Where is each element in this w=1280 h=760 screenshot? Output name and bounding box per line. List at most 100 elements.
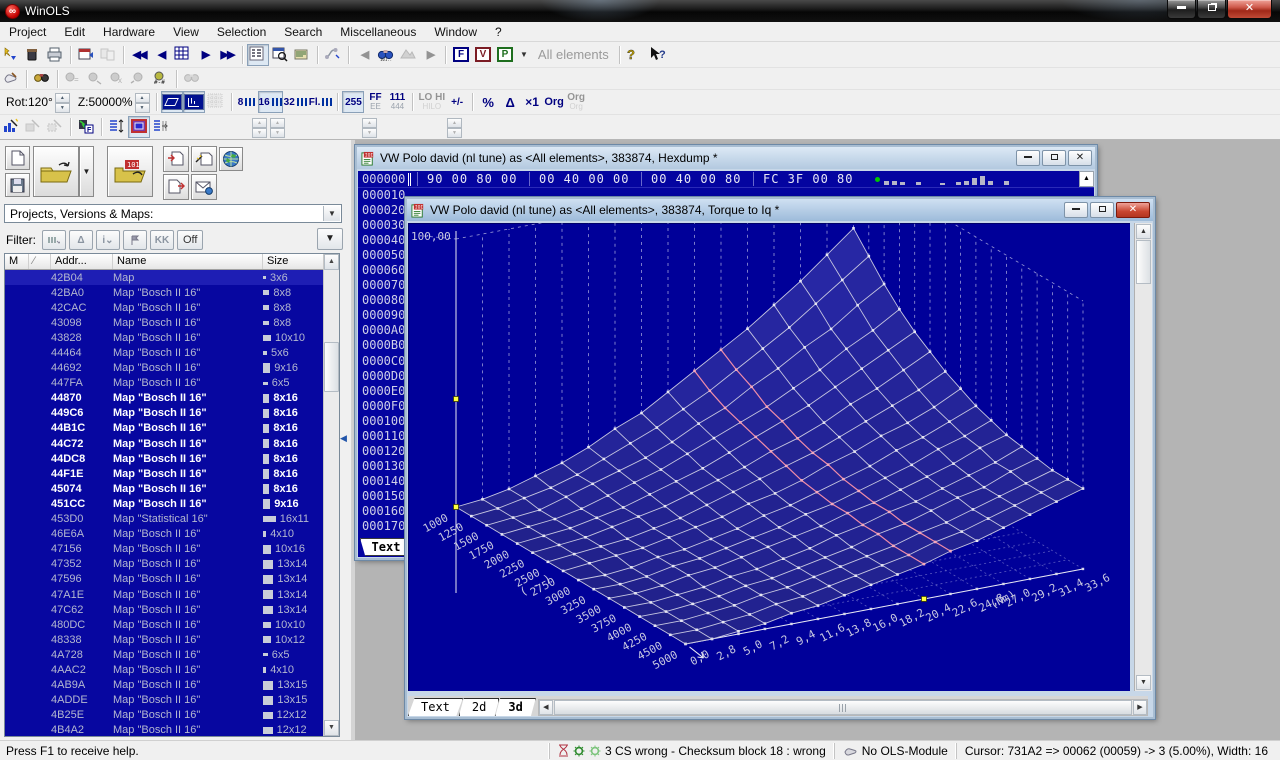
table-row[interactable]: 47C62Map "Bosch II 16"13x14 <box>5 602 323 617</box>
hexdump-title-bar[interactable]: IOI VW Polo david (nl tune) as <All elem… <box>357 147 1095 169</box>
find-exclude-button[interactable]: x <box>106 69 128 89</box>
display-decimal-button[interactable]: 255 <box>342 91 364 113</box>
table-row[interactable]: 449C6Map "Bosch II 16"8x16 <box>5 406 323 421</box>
table-row[interactable]: 44B1CMap "Bosch II 16"8x16 <box>5 421 323 436</box>
view-3d-button[interactable] <box>183 91 205 113</box>
map-close-button[interactable]: ✕ <box>1116 202 1150 218</box>
signed-button[interactable]: +/- <box>446 91 468 113</box>
version-wizard-button[interactable] <box>191 146 217 172</box>
difference-view-button[interactable]: Δ <box>499 91 521 113</box>
send-mail-button[interactable] <box>191 174 217 200</box>
minimize-button[interactable] <box>1167 0 1196 19</box>
table-row[interactable]: 453D0Map "Statistical 16"16x11 <box>5 512 323 527</box>
filter-info-button[interactable]: i⌄ <box>96 230 120 250</box>
hexdump-maximize-button[interactable] <box>1042 150 1066 166</box>
filter-off-button[interactable]: Off <box>177 230 203 250</box>
edit-mode-button[interactable] <box>0 69 22 89</box>
connect-button[interactable] <box>322 44 344 66</box>
table-row[interactable]: 44464Map "Bosch II 16"5x6 <box>5 345 323 360</box>
table-row[interactable]: 42B04Map3x6 <box>5 270 323 285</box>
menu-item-project[interactable]: Project <box>0 23 55 41</box>
search-button[interactable] <box>31 69 53 89</box>
table-row[interactable]: 46E6AMap "Bosch II 16"4x10 <box>5 527 323 542</box>
checksum-button[interactable]: F <box>75 116 97 138</box>
width-float-button[interactable]: Fl. <box>308 91 334 113</box>
percent-view-button[interactable]: % <box>477 91 499 113</box>
table-row[interactable]: 44C72Map "Bosch II 16"8x16 <box>5 436 323 451</box>
table-row[interactable]: 4AAC2Map "Bosch II 16"4x10 <box>5 662 323 677</box>
elements-filter-label[interactable]: All elements <box>532 47 615 62</box>
context-help-button[interactable]: ? <box>646 44 668 66</box>
factor-view-button[interactable]: ×1 <box>521 91 543 113</box>
table-row[interactable]: 47596Map "Bosch II 16"13x14 <box>5 572 323 587</box>
import-window-button[interactable] <box>75 44 97 66</box>
last-version-button[interactable]: ▶▶ <box>216 44 238 66</box>
display-hex-button[interactable]: FFEE <box>364 91 386 113</box>
table-row[interactable]: 48338Map "Bosch II 16"10x12 <box>5 632 323 647</box>
map-list-button[interactable] <box>247 44 269 66</box>
table-scrollbar[interactable]: ▲ ▼ <box>323 254 339 736</box>
menu-item-miscellaneous[interactable]: Miscellaneous <box>331 23 425 41</box>
scrollbar-thumb[interactable] <box>324 342 339 392</box>
surface-plot-3d[interactable]: 100,001000125015001750200022502500275030… <box>408 223 1130 691</box>
new-project-button[interactable] <box>0 44 22 66</box>
new-version-button[interactable] <box>5 146 30 170</box>
close-button[interactable]: ✕ <box>1227 0 1272 19</box>
original-view-button[interactable]: Org <box>543 91 565 113</box>
table-row[interactable]: 447FAMap "Bosch II 16"6x5 <box>5 376 323 391</box>
map-scrollbar-thumb[interactable] <box>1136 240 1151 284</box>
table-row[interactable]: 44F1EMap "Bosch II 16"8x16 <box>5 466 323 481</box>
table-row[interactable]: 451CCMap "Bosch II 16"9x16 <box>5 496 323 511</box>
save-button[interactable] <box>5 173 30 197</box>
table-row[interactable]: 480DCMap "Bosch II 16"10x10 <box>5 617 323 632</box>
table-row[interactable]: 4B4A2Map "Bosch II 16"12x12 <box>5 723 323 736</box>
map-tab-2d[interactable]: 2d <box>459 698 499 716</box>
map-hscrollbar-thumb[interactable] <box>554 700 1132 715</box>
filter-flag-button[interactable] <box>123 230 147 250</box>
map-horizontal-scrollbar[interactable]: ◀ ▶ <box>538 699 1148 716</box>
next-map-button[interactable]: ▶ <box>419 44 441 66</box>
width-8bit-button[interactable]: 8 <box>236 91 258 113</box>
map-wizard3-button[interactable] <box>44 116 66 138</box>
table-row[interactable]: 4B25EMap "Bosch II 16"12x12 <box>5 708 323 723</box>
filter-delta-button[interactable]: Δ <box>69 230 93 250</box>
project-properties-button[interactable] <box>22 44 44 66</box>
version-overview-button[interactable] <box>172 44 194 66</box>
scroll-up-icon[interactable]: ▲ <box>324 254 339 270</box>
table-header[interactable]: M ∕ Addr... Name Size <box>5 254 323 270</box>
find-values-button[interactable]: #-# <box>150 69 172 89</box>
table-row[interactable]: 44870Map "Bosch II 16"8x16 <box>5 391 323 406</box>
view-grid-button[interactable] <box>205 91 227 113</box>
table-row[interactable]: 45074Map "Bosch II 16"8x16 <box>5 481 323 496</box>
menu-item-edit[interactable]: Edit <box>55 23 94 41</box>
display-binary-button[interactable]: 111444 <box>386 91 408 113</box>
menu-item-view[interactable]: View <box>164 23 208 41</box>
filter-values-button[interactable] <box>42 230 66 250</box>
menu-item-search[interactable]: Search <box>275 23 331 41</box>
map-wizard2-button[interactable] <box>22 116 44 138</box>
potential-maps-button[interactable] <box>397 44 419 66</box>
compare-windows-button[interactable] <box>97 44 119 66</box>
show-variables-button[interactable]: V <box>472 44 494 66</box>
map-maximize-button[interactable] <box>1090 202 1114 218</box>
map-window-title-bar[interactable]: IOI VW Polo david (nl tune) as <All elem… <box>407 199 1153 221</box>
panel-mode-combobox[interactable]: Projects, Versions & Maps: ▼ <box>4 204 342 223</box>
hexdump-minimize-button[interactable] <box>1016 150 1040 166</box>
column-width-button[interactable] <box>150 116 172 138</box>
find-previous-button[interactable] <box>84 69 106 89</box>
map-scroll-down-icon[interactable]: ▼ <box>1136 675 1151 690</box>
map-minimize-button[interactable] <box>1064 202 1088 218</box>
original-both-button[interactable]: OrgOrg <box>565 91 587 113</box>
map-tab-3d[interactable]: 3d <box>495 698 535 716</box>
open-project-button[interactable] <box>33 146 79 197</box>
previous-map-button[interactable]: ◀ <box>353 44 375 66</box>
hex-row[interactable]: 000000 90 00 80 00 00 40 00 00 00 40 00 … <box>358 171 1094 188</box>
table-row[interactable]: 4A728Map "Bosch II 16"6x5 <box>5 647 323 662</box>
selection-frame-button[interactable] <box>128 116 150 138</box>
first-version-button[interactable]: ◀◀ <box>128 44 150 66</box>
import-file-button[interactable]: 101 <box>107 146 153 197</box>
row-height-button[interactable] <box>106 116 128 138</box>
show-parameters-button[interactable]: P <box>494 44 516 66</box>
splitter-collapse-icon[interactable]: ◀ <box>340 425 350 451</box>
add-version-button[interactable] <box>163 146 189 172</box>
